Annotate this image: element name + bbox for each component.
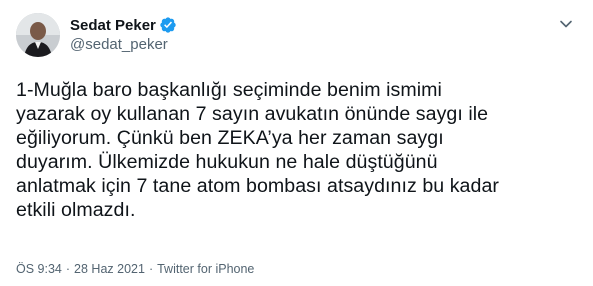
tweet-text: 1-Muğla baro başkanlığı seçiminde benim … (16, 78, 556, 222)
author-display-name[interactable]: Sedat Peker (70, 17, 156, 34)
tweet-meta: ÖS 9:34 · 28 Haz 2021 · Twitter for iPho… (16, 262, 254, 276)
avatar[interactable] (16, 13, 60, 57)
name-row: Sedat Peker (70, 15, 177, 35)
tweet-header: Sedat Peker @sedat_peker (16, 13, 577, 57)
tweet-card: Sedat Peker @sedat_peker 1-Muğla baro ba… (0, 0, 593, 286)
verified-badge-icon (159, 16, 177, 34)
tweet-time[interactable]: ÖS 9:34 (16, 262, 62, 276)
meta-separator: · (65, 262, 71, 276)
tweet-date[interactable]: 28 Haz 2021 (74, 262, 145, 276)
tweet-text-line: eğiliyorum. Çünkü ben ZEKA’ya her zaman … (16, 127, 444, 149)
author-names: Sedat Peker @sedat_peker (70, 15, 177, 53)
tweet-source[interactable]: Twitter for iPhone (157, 262, 254, 276)
meta-separator: · (148, 262, 154, 276)
tweet-text-line: anlatmak için 7 tane atom bombası atsayd… (16, 175, 499, 197)
tweet-text-line: duyarım. Ülkemizde hukukun ne hale düştü… (16, 151, 438, 173)
tweet-text-line: 1-Muğla baro başkanlığı seçiminde benim … (16, 79, 442, 101)
tweet-text-line: yazarak oy kullanan 7 sayın avukatın önü… (16, 103, 489, 125)
chevron-down-icon[interactable] (555, 13, 577, 35)
tweet-text-line: etkili olmazdı. (16, 199, 136, 221)
author-handle[interactable]: @sedat_peker (70, 36, 177, 53)
